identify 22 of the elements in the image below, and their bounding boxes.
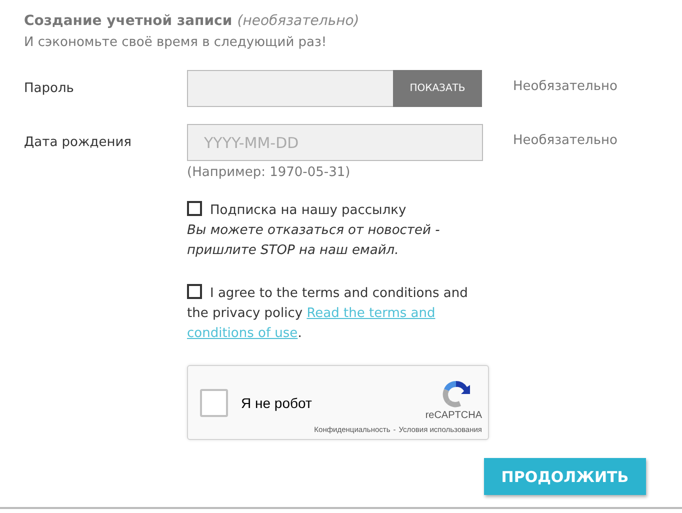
example-text: (Например: 1970-05-31) bbox=[187, 165, 352, 181]
password-field[interactable] bbox=[187, 70, 393, 107]
form-title: Создание учетной записи bbox=[24, 13, 232, 29]
captcha-brand: reCAPTCHA bbox=[425, 410, 482, 420]
optional-hint: Необязательно bbox=[513, 132, 618, 150]
period-text: . bbox=[298, 326, 302, 341]
captcha-label: Я не робот bbox=[241, 394, 313, 410]
checkbox-label: I agree to the terms and conditions and bbox=[210, 286, 468, 301]
field-label: Пароль bbox=[24, 80, 75, 98]
checkbox[interactable] bbox=[187, 201, 202, 216]
continue-button[interactable]: ПРОДОЛЖИТЬ bbox=[484, 458, 646, 495]
optional-note: (необязательно) bbox=[237, 13, 360, 29]
checkbox[interactable] bbox=[187, 284, 202, 299]
newsletter-note: Вы можете отказаться от новостей - пришлите STOP на наш емайл. bbox=[187, 222, 441, 260]
checkbox-label: Подписка на нашу рассылку bbox=[210, 203, 406, 218]
checkbox-label: the privacy policy bbox=[187, 306, 303, 321]
field-label: Дата рождения bbox=[24, 134, 132, 152]
subtitle: И сэкономьте своё время в следующий раз! bbox=[24, 34, 328, 52]
optional-hint: Необязательно bbox=[513, 78, 618, 96]
captcha-checkbox[interactable] bbox=[200, 388, 228, 416]
date-field[interactable]: YYYY-MM-DD bbox=[187, 124, 483, 161]
show-button[interactable]: ПОКАЗАТЬ bbox=[393, 70, 482, 107]
